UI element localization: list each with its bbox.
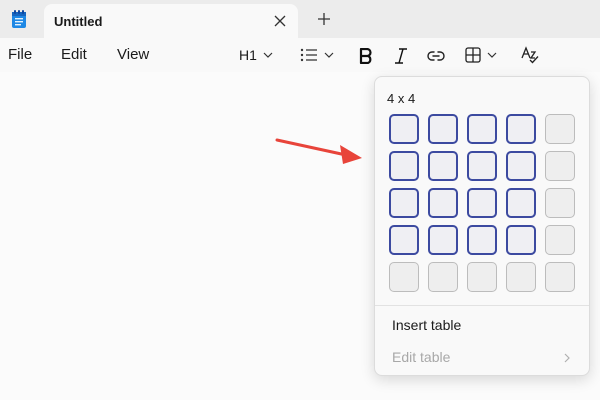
plus-icon[interactable] bbox=[316, 11, 332, 27]
menu-divider bbox=[375, 305, 589, 306]
menu-view[interactable]: View bbox=[117, 46, 149, 63]
table-grid-cell[interactable] bbox=[428, 262, 458, 292]
menu-file[interactable]: File bbox=[8, 46, 32, 63]
table-grid-cell[interactable] bbox=[389, 114, 419, 144]
table-size-label: 4 x 4 bbox=[387, 91, 416, 106]
title-bar: Untitled bbox=[0, 0, 600, 38]
table-grid-cell[interactable] bbox=[428, 114, 458, 144]
table-icon bbox=[465, 47, 481, 63]
table-grid-cell[interactable] bbox=[389, 188, 419, 218]
table-grid-cell[interactable] bbox=[506, 262, 536, 292]
heading-dropdown[interactable]: H1 bbox=[239, 43, 273, 67]
table-grid-cell[interactable] bbox=[545, 151, 575, 181]
spellcheck-icon[interactable] bbox=[521, 46, 539, 64]
tab-title: Untitled bbox=[54, 14, 103, 29]
tab-untitled[interactable]: Untitled bbox=[44, 4, 298, 38]
list-icon bbox=[300, 48, 317, 62]
table-grid-cell[interactable] bbox=[506, 188, 536, 218]
bold-icon[interactable] bbox=[359, 48, 373, 64]
table-grid-cell[interactable] bbox=[506, 114, 536, 144]
table-grid-cell[interactable] bbox=[389, 225, 419, 255]
italic-icon[interactable] bbox=[394, 48, 408, 64]
list-dropdown[interactable] bbox=[300, 43, 334, 67]
table-grid-cell[interactable] bbox=[428, 151, 458, 181]
table-grid-cell[interactable] bbox=[545, 225, 575, 255]
notepad-icon bbox=[12, 10, 26, 28]
edit-table-option[interactable]: Edit table bbox=[392, 349, 450, 365]
heading-label: H1 bbox=[239, 47, 257, 63]
table-grid-cell[interactable] bbox=[467, 188, 497, 218]
chevron-down-icon bbox=[487, 52, 497, 58]
table-grid-cell[interactable] bbox=[506, 225, 536, 255]
table-grid-cell[interactable] bbox=[506, 151, 536, 181]
link-icon[interactable] bbox=[427, 50, 445, 62]
table-grid-cell[interactable] bbox=[545, 114, 575, 144]
menu-edit[interactable]: Edit bbox=[61, 46, 87, 63]
table-insert-menu: 4 x 4 Insert table Edit table bbox=[374, 76, 590, 376]
chevron-down-icon bbox=[263, 52, 273, 58]
table-grid-cell[interactable] bbox=[467, 262, 497, 292]
table-grid-cell[interactable] bbox=[467, 151, 497, 181]
table-grid-cell[interactable] bbox=[389, 151, 419, 181]
table-grid-cell[interactable] bbox=[467, 114, 497, 144]
chevron-down-icon bbox=[324, 52, 334, 58]
table-grid-cell[interactable] bbox=[389, 262, 419, 292]
arrow-icon bbox=[275, 138, 362, 164]
insert-table-option[interactable]: Insert table bbox=[392, 317, 461, 333]
table-grid-cell[interactable] bbox=[545, 188, 575, 218]
table-grid-cell[interactable] bbox=[428, 188, 458, 218]
table-grid-cell[interactable] bbox=[467, 225, 497, 255]
table-dropdown[interactable] bbox=[465, 43, 497, 67]
menu-bar: File Edit View H1 bbox=[0, 38, 600, 72]
table-grid-cell[interactable] bbox=[545, 262, 575, 292]
close-icon[interactable] bbox=[272, 13, 288, 29]
table-grid-cell[interactable] bbox=[428, 225, 458, 255]
table-size-grid bbox=[389, 114, 579, 294]
chevron-right-icon bbox=[564, 353, 570, 363]
